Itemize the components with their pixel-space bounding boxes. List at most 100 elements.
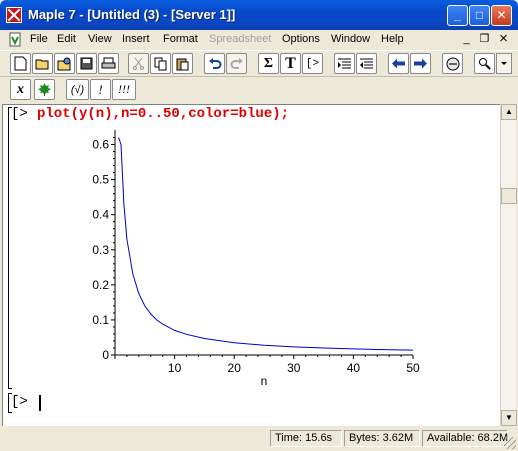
text-mode-button[interactable]: T [280, 53, 301, 74]
plot-tick-labels: 10 20 30 40 50 0 0.1 0.2 0.3 0.4 0.5 0.6 [92, 138, 420, 375]
plot-axes [114, 130, 413, 356]
sigma-icon: Σ [263, 55, 274, 71]
execute-icon: ! [98, 81, 103, 97]
execution-group-bracket-2[interactable] [8, 393, 12, 413]
maple-leaf-icon [38, 83, 51, 96]
collapse-icon [338, 58, 351, 69]
x-tick-label: 10 [168, 361, 182, 375]
x-tick-label: 20 [228, 361, 242, 375]
context-toolbar: x (√) ! !!! [0, 76, 518, 103]
menu-help[interactable]: Help [381, 33, 404, 45]
close-button[interactable]: ✕ [491, 5, 512, 26]
chevron-down-icon [501, 62, 507, 65]
window-title: Maple 7 - [Untitled (3) - [Server 1]] [28, 7, 236, 22]
resize-grip[interactable] [504, 437, 516, 449]
new-button[interactable] [10, 53, 31, 74]
cut-button[interactable] [128, 53, 149, 74]
series-line [118, 137, 414, 351]
y-tick-label: 0.6 [92, 138, 109, 152]
status-available: Available: 68.2M [422, 430, 508, 447]
open-url-button[interactable] [54, 53, 75, 74]
worksheet[interactable]: [> plot(y(n),n=0..50,color=blue); 10 20 30… [2, 104, 500, 426]
undo-icon [208, 58, 221, 69]
menu-edit[interactable]: Edit [57, 33, 76, 45]
back-button[interactable] [388, 53, 409, 74]
forward-button[interactable] [410, 53, 431, 74]
copy-icon [154, 57, 166, 70]
open-url-icon [57, 57, 71, 70]
status-bar: Time: 15.6s Bytes: 3.62M Available: 68.2… [0, 428, 518, 451]
y-tick-label: 0.1 [92, 313, 109, 327]
y-tick-label: 0.2 [92, 278, 109, 292]
doc-close-button[interactable]: × [495, 31, 512, 47]
redo-icon [230, 58, 243, 69]
menu-insert[interactable]: Insert [122, 33, 150, 45]
x-tick-label: 50 [406, 361, 420, 375]
y-tick-label: 0.5 [92, 173, 109, 187]
scroll-thumb[interactable] [501, 188, 517, 204]
paste-button[interactable] [172, 53, 193, 74]
menu-format[interactable]: Format [163, 33, 198, 45]
x-axis-label: n [261, 374, 268, 388]
menu-options[interactable]: Options [282, 33, 320, 45]
plot-output[interactable]: 10 20 30 40 50 0 0.1 0.2 0.3 0.4 0.5 0.6 n [3, 105, 499, 395]
maple-input-button[interactable] [34, 79, 55, 100]
title-bar[interactable]: Maple 7 - [Untitled (3) - [Server 1]] _ … [0, 0, 518, 30]
copy-button[interactable] [150, 53, 171, 74]
save-button[interactable] [76, 53, 97, 74]
scroll-up-button[interactable]: ▲ [501, 104, 517, 120]
undo-button[interactable] [204, 53, 225, 74]
menu-spreadsheet[interactable]: Spreadsheet [209, 33, 271, 45]
toolbar-overflow-button[interactable] [496, 53, 512, 74]
status-time: Time: 15.6s [270, 430, 342, 447]
redo-button[interactable] [226, 53, 247, 74]
document-icon[interactable] [7, 32, 23, 48]
open-icon [35, 59, 49, 70]
sigma-button[interactable]: Σ [258, 53, 279, 74]
expand-section-button[interactable] [356, 53, 377, 74]
save-icon [80, 57, 93, 70]
menu-file[interactable]: File [30, 33, 48, 45]
scroll-down-button[interactable]: ▼ [501, 410, 517, 426]
text-icon: T [285, 54, 296, 72]
x-tick-label: 30 [287, 361, 301, 375]
open-button[interactable] [32, 53, 53, 74]
collapse-section-button[interactable] [334, 53, 355, 74]
menu-window[interactable]: Window [331, 33, 370, 45]
zoom-button[interactable] [474, 53, 495, 74]
vertical-scrollbar[interactable]: ▲ ▼ [500, 104, 517, 426]
status-bytes: Bytes: 3.62M [344, 430, 420, 447]
math-input-icon: x [17, 81, 24, 97]
y-tick-label: 0.3 [92, 243, 109, 257]
insert-prompt-button[interactable]: [> [302, 53, 323, 74]
maple-app-icon[interactable] [6, 7, 22, 23]
menu-view[interactable]: View [88, 33, 112, 45]
menu-bar: File Edit View Insert Format Spreadsheet… [0, 30, 518, 50]
execute-button[interactable]: ! [90, 79, 111, 100]
doc-restore-button[interactable]: ❐ [476, 31, 493, 47]
minimize-button[interactable]: _ [447, 5, 468, 26]
zoom-icon [479, 58, 491, 70]
execute-all-icon: !!! [118, 82, 130, 96]
input-prompt-2: [> [11, 394, 28, 410]
plot-ticks [111, 137, 414, 359]
stop-icon [446, 57, 459, 70]
expand-icon [360, 58, 373, 69]
back-icon [392, 58, 405, 69]
maximize-button[interactable]: □ [469, 5, 490, 26]
execute-selection-button[interactable]: (√) [66, 79, 89, 100]
execute-selection-icon: (√) [70, 83, 85, 96]
paste-icon [176, 58, 188, 70]
math-input-button[interactable]: x [10, 79, 31, 100]
forward-icon [414, 58, 427, 69]
x-tick-label: 40 [347, 361, 361, 375]
stop-button[interactable] [442, 53, 463, 74]
new-icon [14, 56, 27, 71]
prompt-icon: [> [305, 57, 320, 70]
text-cursor [39, 395, 41, 411]
main-toolbar: Σ T [> [0, 50, 518, 77]
print-button[interactable] [98, 53, 119, 74]
execute-all-button[interactable]: !!! [112, 79, 136, 100]
doc-minimize-button[interactable]: _ [458, 31, 475, 47]
y-tick-label: 0 [102, 348, 109, 362]
